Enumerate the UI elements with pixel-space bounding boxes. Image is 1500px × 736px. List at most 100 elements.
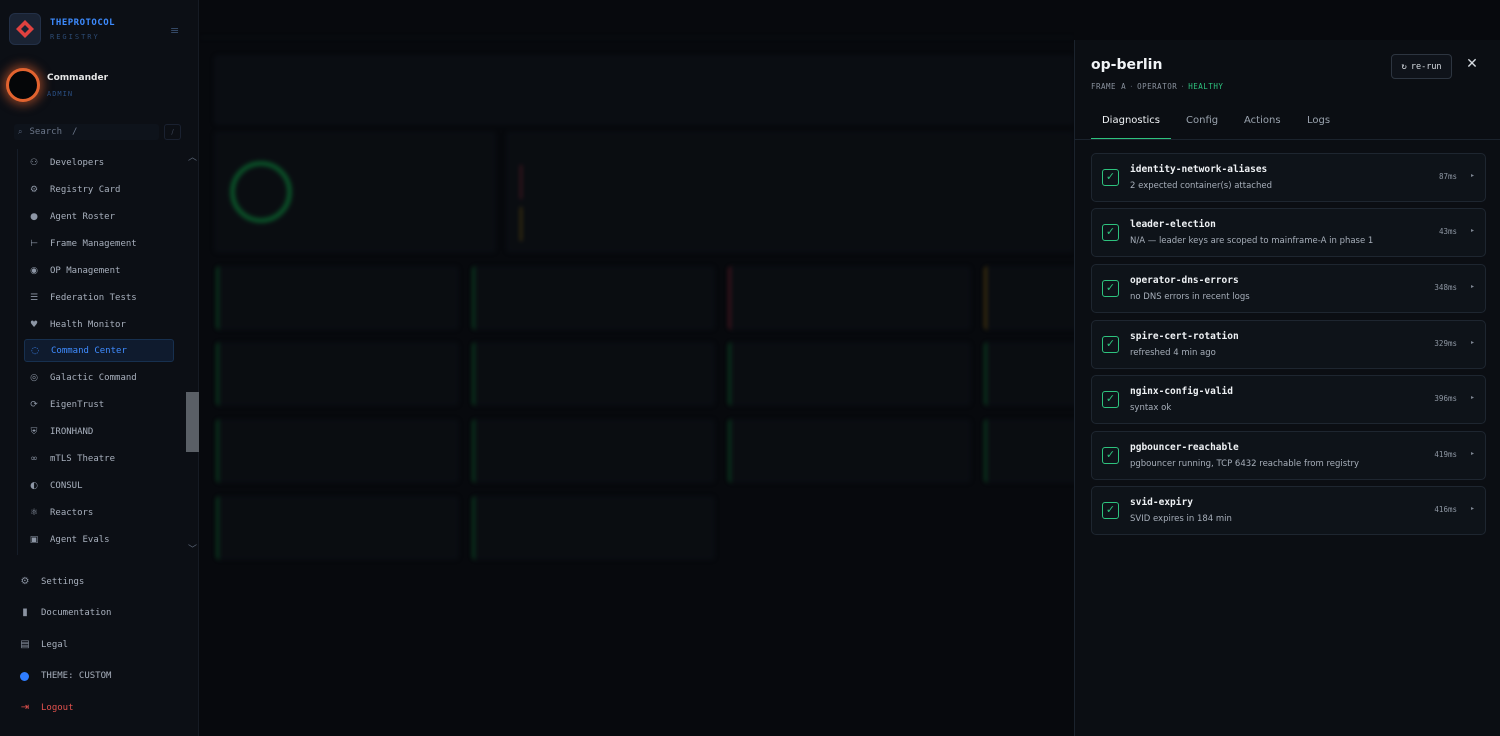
scrollbar-thumb[interactable]	[186, 392, 199, 452]
expand-arrow-icon[interactable]: ▸	[1471, 172, 1474, 179]
frame-icon: ⊢	[30, 238, 38, 249]
logout-button[interactable]: ⇥ Logout	[18, 702, 74, 713]
check-description: SVID expires in 184 min	[1130, 514, 1232, 524]
expand-arrow-icon[interactable]: ▸	[1471, 227, 1474, 234]
search-input[interactable]: ⌕ Search /	[14, 124, 159, 140]
search-shortcut: /	[72, 127, 78, 137]
sidebar-item-label: mTLS Theatre	[50, 453, 116, 464]
sidebar-item-developers[interactable]: ⚇ Developers	[24, 151, 174, 174]
check-name: pgbouncer-reachable	[1130, 442, 1239, 453]
theme-label: THEME: CUSTOM	[41, 671, 112, 681]
check-icon: ✓	[1102, 502, 1119, 519]
panel-meta: FRAME A · OPERATOR · HEALTHY	[1091, 82, 1224, 91]
sidebar-item-command-center[interactable]: ◌ Command Center	[24, 339, 174, 362]
header-panel	[214, 55, 1074, 125]
top-bar	[200, 0, 1074, 38]
status-card	[472, 496, 715, 560]
check-duration: 348ms	[1434, 283, 1457, 292]
diagnostic-check-row[interactable]: ✓ leader-election N/A — leader keys are …	[1091, 208, 1486, 257]
status-card	[728, 419, 971, 483]
refresh-icon: ↻	[1401, 61, 1407, 72]
tab-config[interactable]: Config	[1186, 115, 1218, 140]
panel-title: op-berlin	[1091, 57, 1163, 73]
check-icon: ✓	[1102, 391, 1119, 408]
theme-toggle[interactable]: THEME: CUSTOM	[18, 671, 111, 681]
close-icon[interactable]: ✕	[1465, 57, 1479, 71]
check-duration: 43ms	[1438, 227, 1457, 236]
sidebar-item-ironhand[interactable]: ⛨ IRONHAND	[24, 420, 174, 443]
sidebar-item-eigentrust[interactable]: ⟳ EigenTrust	[24, 393, 174, 416]
sidebar-item-label: Command Center	[51, 345, 127, 356]
expand-arrow-icon[interactable]: ▸	[1471, 394, 1474, 401]
check-icon: ✓	[1102, 336, 1119, 353]
legal-link[interactable]: ▤ Legal	[18, 639, 68, 650]
check-name: operator-dns-errors	[1130, 275, 1239, 286]
search-label: Search	[29, 127, 62, 137]
sidebar-scrollbar[interactable]	[186, 149, 199, 555]
link-icon: ∞	[30, 453, 38, 464]
check-description: syntax ok	[1130, 403, 1172, 413]
expand-arrow-icon[interactable]: ▸	[1471, 339, 1474, 346]
rerun-button[interactable]: ↻ re-run	[1391, 54, 1452, 79]
sidebar-item-label: OP Management	[50, 265, 121, 276]
diagnostic-check-row[interactable]: ✓ svid-expiry SVID expires in 184 min 41…	[1091, 486, 1486, 535]
atom-icon: ⚛	[29, 507, 39, 518]
diagnostic-check-row[interactable]: ✓ identity-network-aliases 2 expected co…	[1091, 153, 1486, 202]
check-name: identity-network-aliases	[1130, 164, 1268, 175]
sidebar-item-label: IRONHAND	[50, 426, 94, 437]
radar-icon: ◌	[31, 345, 39, 356]
diagnostic-check-row[interactable]: ✓ spire-cert-rotation refreshed 4 min ag…	[1091, 320, 1486, 369]
kind-label: OPERATOR	[1137, 82, 1178, 91]
sidebar: THEPROTOCOL REGISTRY ≡ Commander ADMIN ⌕…	[0, 0, 199, 736]
documentation-link[interactable]: ▮ Documentation	[18, 607, 111, 618]
expand-arrow-icon[interactable]: ▸	[1471, 450, 1474, 457]
sidebar-item-federation-tests[interactable]: ☰ Federation Tests	[24, 286, 174, 309]
sidebar-item-agent-evals[interactable]: ▣ Agent Evals	[24, 528, 174, 551]
diagnostic-check-row[interactable]: ✓ operator-dns-errors no DNS errors in r…	[1091, 264, 1486, 313]
collapse-sidebar-icon[interactable]: ≡	[170, 24, 179, 37]
scroll-up-icon[interactable]: ︿	[186, 150, 199, 163]
brand[interactable]: THEPROTOCOL REGISTRY	[9, 13, 115, 45]
scroll-down-icon[interactable]: ﹀	[186, 542, 199, 555]
sidebar-item-label: Frame Management	[50, 238, 137, 249]
tab-actions[interactable]: Actions	[1244, 115, 1281, 140]
sidebar-item-agent-roster[interactable]: ● Agent Roster	[24, 205, 174, 228]
settings-link[interactable]: ⚙ Settings	[18, 576, 85, 587]
status-card	[216, 496, 459, 560]
sidebar-item-label: Health Monitor	[50, 319, 126, 330]
user-profile[interactable]: Commander ADMIN	[6, 68, 108, 102]
brand-subtitle: REGISTRY	[50, 32, 100, 41]
documentation-label: Documentation	[41, 607, 112, 618]
op-icon: ◉	[30, 265, 38, 276]
health-ring	[230, 161, 292, 223]
sidebar-item-op-management[interactable]: ◉ OP Management	[24, 259, 174, 282]
server-icon: ☰	[29, 292, 39, 303]
status-card	[216, 266, 459, 330]
expand-arrow-icon[interactable]: ▸	[1471, 283, 1474, 290]
sidebar-item-label: Reactors	[50, 507, 94, 518]
user-name: Commander	[47, 72, 109, 83]
tab-logs[interactable]: Logs	[1307, 115, 1330, 140]
sidebar-item-frame-management[interactable]: ⊢ Frame Management	[24, 232, 174, 255]
sidebar-item-consul[interactable]: ◐ CONSUL	[24, 474, 174, 497]
sidebar-item-mtls-theatre[interactable]: ∞ mTLS Theatre	[24, 447, 174, 470]
sidebar-nav: ⚇ Developers ⚙ Registry Card ● Agent Ros…	[17, 149, 184, 555]
legal-label: Legal	[41, 639, 69, 650]
check-description: pgbouncer running, TCP 6432 reachable fr…	[1130, 459, 1360, 469]
sidebar-item-galactic-command[interactable]: ◎ Galactic Command	[24, 366, 174, 389]
rerun-label: re-run	[1410, 61, 1442, 72]
sidebar-item-label: Agent Roster	[50, 211, 116, 222]
expand-arrow-icon[interactable]: ▸	[1471, 505, 1474, 512]
check-icon: ✓	[1102, 169, 1119, 186]
alert-row	[520, 165, 1060, 199]
users-icon: ⚇	[29, 157, 39, 168]
check-description: refreshed 4 min ago	[1130, 348, 1216, 358]
diagnostic-check-row[interactable]: ✓ pgbouncer-reachable pgbouncer running,…	[1091, 431, 1486, 480]
sidebar-item-registry-card[interactable]: ⚙ Registry Card	[24, 178, 174, 201]
check-description: N/A — leader keys are scoped to mainfram…	[1130, 236, 1374, 246]
sidebar-item-reactors[interactable]: ⚛ Reactors	[24, 501, 174, 524]
tab-diagnostics[interactable]: Diagnostics	[1091, 115, 1171, 140]
diagnostic-check-row[interactable]: ✓ nginx-config-valid syntax ok 396ms ▸	[1091, 375, 1486, 424]
sidebar-item-health-monitor[interactable]: ♥ Health Monitor	[24, 313, 174, 336]
tabs-divider	[1075, 139, 1500, 140]
